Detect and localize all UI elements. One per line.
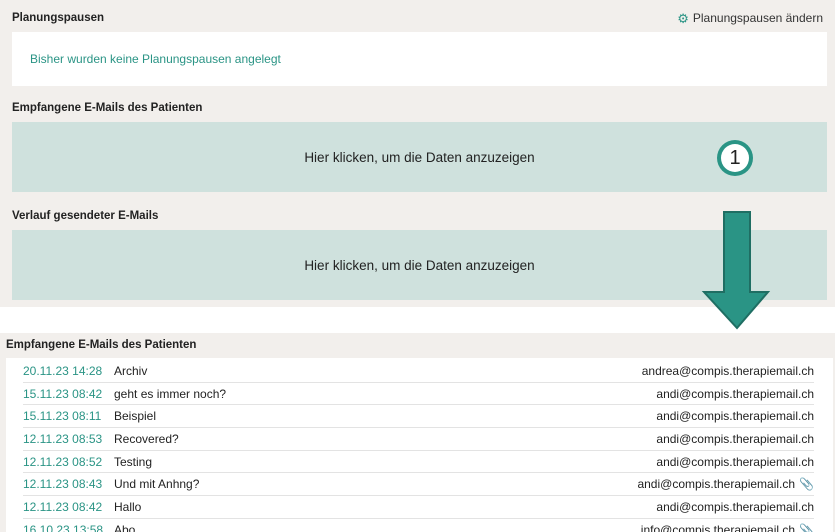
email-sender-address: andi@compis.therapiemail.ch [656,409,814,424]
sent-emails-title: Verlauf gesendeter E-Mails [12,210,159,222]
email-sender-address: info@compis.therapiemail.ch [640,522,796,532]
email-row[interactable]: 20.11.23 14:28 Archiv andrea@compis.therap… [23,360,814,383]
arrow-down-icon [701,211,771,330]
email-date: 15.11.23 08:11 [23,409,102,424]
email-row[interactable]: 15.11.23 08:11 Beispiel andi@compis.therap… [23,405,814,429]
email-row[interactable]: 12.11.23 08:52 Testing andi@compis.therapi… [23,451,814,474]
email-row[interactable]: 12.11.23 08:53 Recovered? andi@compis.ther… [23,428,814,451]
show-received-emails-label: Hier klicken, um die Daten anzuzeigen [304,149,535,165]
no-planning-pauses-text[interactable]: Bisher wurden keine Planungspausen angel… [30,52,281,66]
planning-pauses-box: Bisher wurden keine Planungspausen angel… [12,32,827,86]
email-date: 12.11.23 08:42 [23,500,103,515]
received-emails-expanded-title: Empfangene E-Mails des Patienten [6,339,197,351]
email-date: 12.11.23 08:43 [23,477,103,492]
email-list: 20.11.23 14:28 Archiv andrea@compis.therap… [6,358,833,532]
email-sender-address: andi@compis.therapiemail.ch [656,386,814,401]
email-date: 12.11.23 08:53 [23,431,103,446]
email-subject: Und mit Anhng? [114,477,200,492]
paperclip-icon: 📎 [799,477,814,492]
planning-pauses-title: Planungspausen [12,12,105,24]
show-sent-emails-label: Hier klicken, um die Daten anzuzeigen [304,257,535,273]
step-marker: 1 [717,140,753,176]
email-row[interactable]: 16.10.23 13:58 Abo info@compis.therapiemai… [23,519,814,532]
step-number: 1 [721,144,749,172]
email-sender-address: andrea@compis.therapiemail.ch [641,363,814,378]
email-subject: Recovered? [114,431,179,446]
email-sender-address: andi@compis.therapiemail.ch [656,431,814,446]
change-planning-pauses-label: Planungspausen ändern [692,11,823,25]
email-sender-address: andi@compis.therapiemail.ch [656,454,814,469]
email-sender-address: andi@compis.therapiemail.ch [656,500,814,515]
received-emails-title: Empfangene E-Mails des Patienten [12,102,203,114]
email-row[interactable]: 12.11.23 08:42 Hallo andi@compis.therapiem… [23,496,814,519]
email-sender: andi@compis.therapiemail.ch [656,409,814,423]
email-date: 20.11.23 14:28 [23,363,103,378]
email-sender: andrea@compis.therapiemail.ch [642,364,814,378]
email-subject: geht es immer noch? [114,386,227,401]
email-date: 15.11.23 08:42 [23,386,103,401]
show-received-emails-button[interactable]: Hier klicken, um die Daten anzuzeigen [12,122,827,192]
gear-icon: ⚙ [677,10,689,26]
email-sender: andi@compis.therapiemail.ch [656,432,814,446]
email-subject: Abo [114,522,136,532]
email-subject: Hallo [114,500,142,515]
email-sender: andi@compis.therapiemail.ch 📎 [637,477,814,491]
email-row[interactable]: 12.11.23 08:43 Und mit Anhng? andi@compis.… [23,474,814,497]
email-sender: info@compis.therapiemail.ch 📎 [641,523,814,532]
email-sender-address: andi@compis.therapiemail.ch [637,477,796,492]
email-sender: andi@compis.therapiemail.ch [656,500,814,514]
email-subject: Testing [114,454,153,469]
paperclip-icon: 📎 [799,522,814,532]
email-row[interactable]: 15.11.23 08:42 geht es immer noch? andi@co… [23,383,814,406]
received-emails-expanded-panel: Empfangene E-Mails des Patienten 20.11.2… [0,333,835,532]
email-sender: andi@compis.therapiemail.ch [656,455,814,469]
email-date: 12.11.23 08:52 [23,454,103,469]
email-sender: andi@compis.therapiemail.ch [656,387,814,401]
email-subject: Archiv [114,363,148,378]
email-date: 16.10.23 13:58 [23,522,104,532]
change-planning-pauses-link[interactable]: ⚙ Planungspausen ändern [677,11,823,25]
email-subject: Beispiel [114,409,157,424]
